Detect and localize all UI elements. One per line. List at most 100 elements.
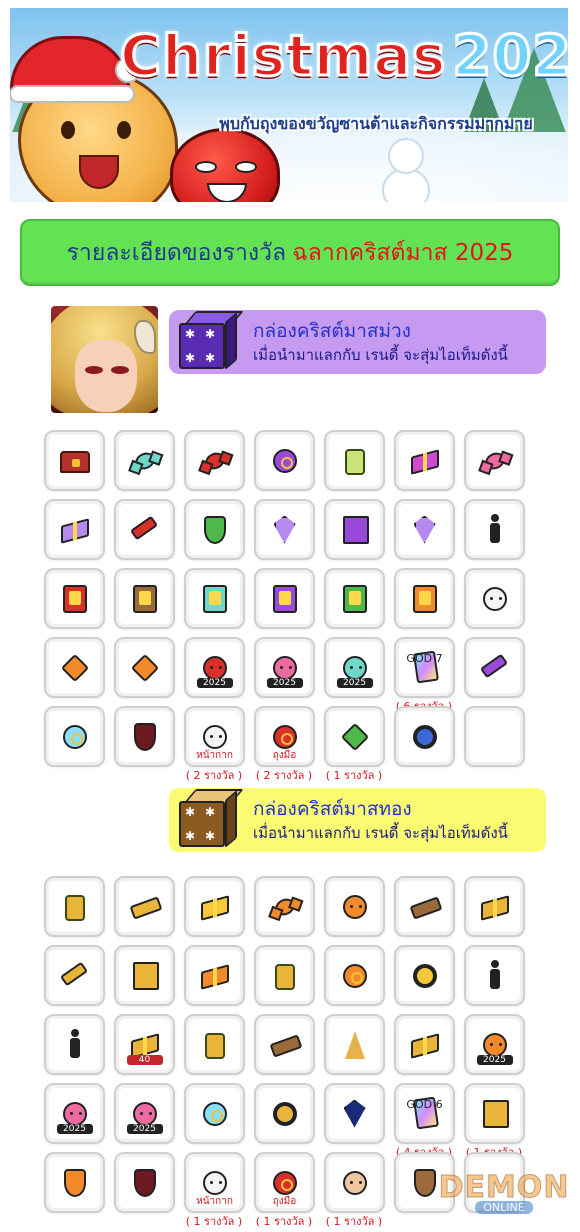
red-diamond-sign-icon	[57, 650, 93, 686]
reward-slot	[464, 430, 525, 491]
reward-slot	[114, 945, 175, 1006]
magenta-gift-box-icon	[407, 443, 443, 479]
reward-slot	[464, 637, 525, 698]
orange-candy-icon	[267, 889, 303, 925]
teal-book-icon	[197, 581, 233, 617]
year-tag: 2025	[56, 1123, 93, 1134]
kettle-icon	[57, 889, 93, 925]
reward-slot	[394, 430, 455, 491]
reward-slot	[254, 499, 315, 560]
reward-details-heading: รายละเอียดของรางวัล ฉลากคริสต์มาส 2025	[20, 219, 560, 286]
lilac-crystal-icon	[407, 512, 443, 548]
reward-caption: ถุงมือ	[272, 750, 297, 761]
purple-orb-icon	[267, 443, 303, 479]
reward-slot	[254, 1014, 315, 1075]
purple-box-desc: เมื่อนำมาแลกกับ เรนดี้ จะสุ่มไอเท็มดังนี…	[253, 346, 508, 364]
reindeer-2025-icon: 2025	[476, 1027, 513, 1065]
crest-shield-icon	[57, 1165, 93, 1201]
reward-slot: GOD 6	[394, 1083, 455, 1144]
banner-title-word: Christmas	[118, 23, 447, 91]
reward-slot	[184, 568, 245, 629]
reward-slot	[324, 430, 385, 491]
gold-box-name: กล่องคริสต์มาสทอง	[253, 798, 412, 820]
reward-slot	[464, 568, 525, 629]
reward-slot: 2025	[114, 1083, 175, 1144]
reward-slot	[254, 1083, 315, 1144]
year-tag: 2025	[336, 677, 373, 688]
coin-bag-icon	[267, 958, 303, 994]
reward-slot	[464, 1083, 525, 1144]
blue-gem-icon	[337, 1096, 373, 1132]
reward-slot	[114, 568, 175, 629]
red-reindeer-2025-icon: 2025	[196, 650, 233, 688]
purple-gem-icon	[267, 512, 303, 548]
reward-slot	[114, 706, 175, 767]
red-book-icon	[57, 581, 93, 617]
green-diamond-sign-icon	[337, 719, 373, 755]
reward-count-label: ( 1 รางวัล )	[325, 769, 383, 782]
reward-slot	[394, 499, 455, 560]
reward-slot	[114, 499, 175, 560]
reward-slot	[254, 568, 315, 629]
gold-exp-scroll-icon	[127, 958, 163, 994]
reward-slot	[464, 706, 525, 767]
gold-figure-icon	[477, 958, 513, 994]
number-40-box-icon: 40	[126, 1027, 163, 1065]
exp-scroll-icon	[337, 512, 373, 548]
reward-slot	[44, 1152, 105, 1213]
smiley-face-icon	[337, 889, 373, 925]
year-tag: 2025	[266, 677, 303, 688]
gold-book-icon	[127, 581, 163, 617]
reward-slot: GOD 7	[394, 637, 455, 698]
egg-box-icon	[477, 889, 513, 925]
purple-book-icon	[267, 581, 303, 617]
reward-slot	[324, 706, 385, 767]
purple-box-name: กล่องคริสต์มาสม่วง	[253, 320, 411, 342]
gold-box-desc: เมื่อนำมาแลกกับ เรนดี้ จะสุ่มไอเท็มดังนี…	[253, 824, 508, 842]
pirate-diamond-sign-icon	[127, 650, 163, 686]
banner-title-year: 2025	[451, 23, 568, 91]
reward-slot	[44, 1014, 105, 1075]
green-book-icon	[337, 581, 373, 617]
black-figure-icon	[57, 1027, 93, 1063]
year-tag: 2025	[126, 1123, 163, 1134]
christmas-banner: Christmas2025 พบกับถุงของขวัญซานต้าและกิ…	[10, 8, 568, 202]
pink-skull-candy-icon	[477, 443, 513, 479]
reward-slot: 2025	[464, 1014, 525, 1075]
green-shield-icon	[197, 512, 233, 548]
reindeer-hat-icon	[337, 1165, 373, 1201]
purple-box-label: ✱ ✱ ✱ ✱ กล่องคริสต์มาสม่วง เมื่อนำมาแลกกับ …	[169, 310, 546, 374]
pixel-figure-icon	[477, 512, 513, 548]
teal-reindeer-2025-icon: 2025	[336, 650, 373, 688]
reward-slot	[324, 1083, 385, 1144]
purple-christmas-box-icon: ✱ ✱ ✱ ✱	[175, 309, 244, 373]
reward-slot: หน้ากาก	[184, 706, 245, 767]
reward-slot	[44, 568, 105, 629]
reward-slot	[184, 945, 245, 1006]
reward-slot	[184, 1014, 245, 1075]
snow-spirit-icon	[197, 1096, 233, 1132]
reward-slot	[324, 876, 385, 937]
gold-pot-icon	[197, 1027, 233, 1063]
reward-caption: GOD 6	[406, 1098, 443, 1111]
logo-tag: ONLINE	[475, 1201, 533, 1214]
logo-brand: DEMON	[438, 1170, 570, 1206]
gold-cube-icon	[407, 1027, 443, 1063]
reward-slot: ถุงมือ	[254, 1152, 315, 1213]
reward-slot	[114, 637, 175, 698]
gold-christmas-box-icon: ✱ ✱ ✱ ✱	[175, 787, 244, 851]
reward-slot	[254, 430, 315, 491]
reward-slot	[324, 1014, 385, 1075]
reward-slot	[324, 568, 385, 629]
reward-slot	[394, 706, 455, 767]
heading-text: รายละเอียดของรางวัล	[66, 239, 287, 266]
reward-slot	[324, 945, 385, 1006]
reward-slot	[464, 499, 525, 560]
reward-slot	[44, 945, 105, 1006]
banner-title: Christmas2025	[118, 22, 568, 92]
reward-slot: หน้ากาก	[184, 1152, 245, 1213]
flame-shield-icon	[127, 719, 163, 755]
reward-slot	[394, 568, 455, 629]
heading-highlight: ฉลากคริสต์มาส 2025	[292, 239, 514, 266]
reward-caption: ถุงมือ	[272, 1196, 297, 1207]
